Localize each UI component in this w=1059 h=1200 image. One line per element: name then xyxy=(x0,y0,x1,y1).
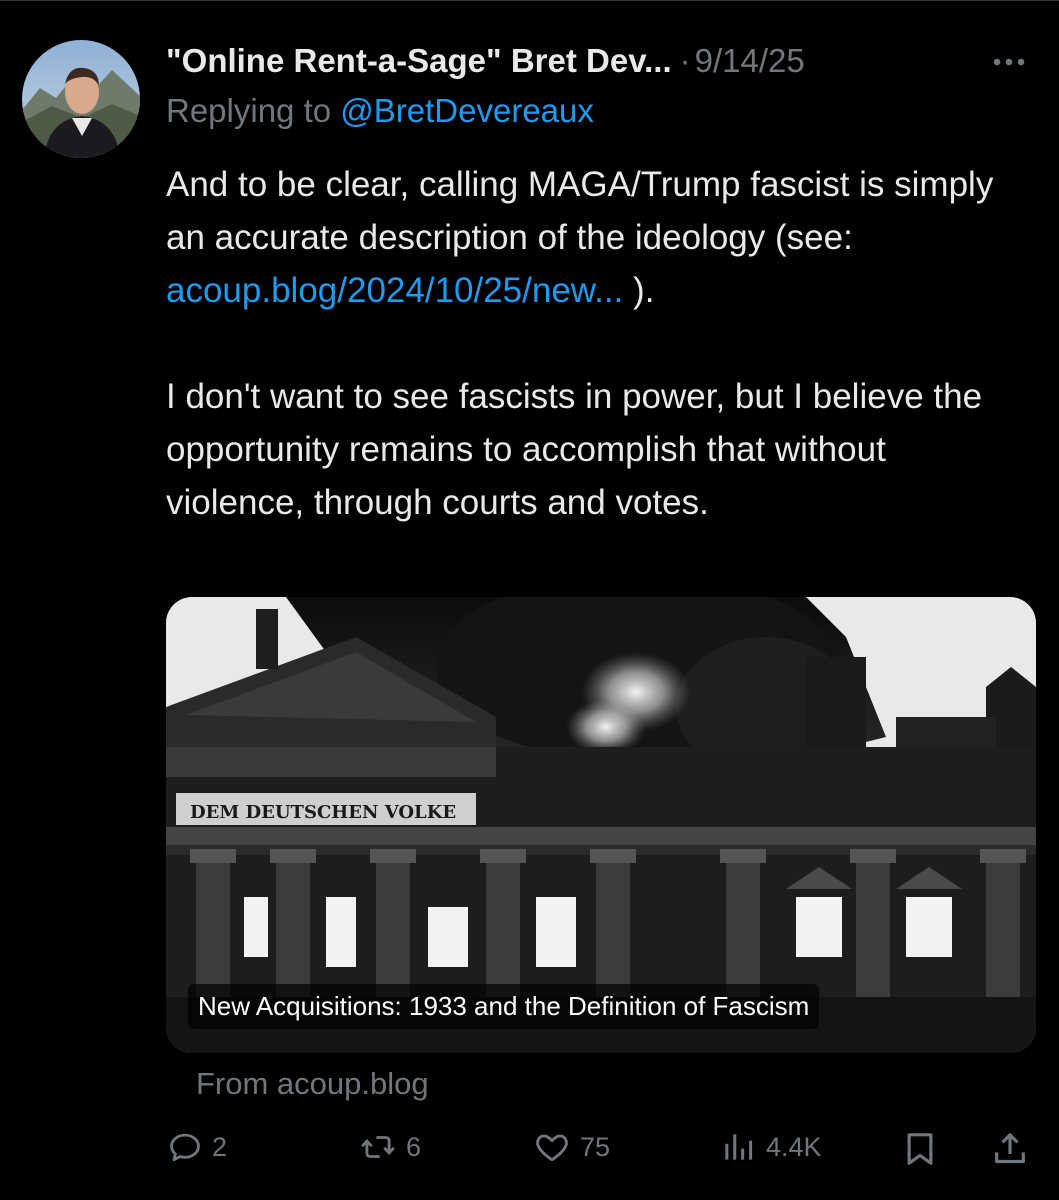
tweet-paragraph-1: And to be clear, calling MAGA/Trump fasc… xyxy=(166,158,1031,317)
share-button[interactable] xyxy=(990,1128,1030,1170)
top-divider xyxy=(0,0,1059,1)
replying-handle[interactable]: @BretDevereaux xyxy=(340,92,594,129)
like-count: 75 xyxy=(580,1131,611,1162)
avatar[interactable] xyxy=(22,40,140,158)
views-count: 4.4K xyxy=(766,1131,822,1162)
avatar-photo xyxy=(22,40,140,158)
bookmark-button[interactable] xyxy=(900,1128,940,1170)
inscription-text: DEM DEUTSCHEN VOLKE xyxy=(190,802,456,823)
views-button[interactable]: 4.4K xyxy=(718,1128,822,1166)
like-icon xyxy=(536,1134,568,1162)
tweet-text: And to be clear, calling MAGA/Trump fasc… xyxy=(166,158,1031,529)
repost-button[interactable]: 6 xyxy=(358,1128,421,1166)
replying-to: Replying to @BretDevereaux xyxy=(166,92,594,130)
reply-count: 2 xyxy=(212,1131,228,1162)
repost-count: 6 xyxy=(406,1131,422,1162)
tweet-paragraph-2: I don't want to see fascists in power, b… xyxy=(166,377,983,522)
reply-icon xyxy=(170,1133,200,1162)
bookmark-icon xyxy=(907,1133,933,1165)
tweet-link[interactable]: acoup.blog/2024/10/25/new... xyxy=(166,271,623,310)
repost-icon xyxy=(361,1136,395,1158)
separator-dot: · xyxy=(679,42,691,79)
action-bar: 2 6 75 4.4K xyxy=(166,1128,1029,1178)
like-button[interactable]: 75 xyxy=(532,1128,610,1166)
replying-prefix: Replying to xyxy=(166,92,341,129)
timestamp[interactable]: 9/14/25 xyxy=(695,42,805,80)
reply-button[interactable]: 2 xyxy=(166,1128,227,1166)
text-p1-after: ). xyxy=(623,271,655,310)
more-icon[interactable] xyxy=(989,42,1029,82)
card-title: New Acquisitions: 1933 and the Definitio… xyxy=(188,984,820,1029)
link-card[interactable]: DEM DEUTSCHEN VOLKE New Acquisitions: 19… xyxy=(166,597,1036,1053)
share-icon xyxy=(995,1133,1025,1164)
tweet-header: "Online Rent-a-Sage" Bret Dev... · 9/14/… xyxy=(166,36,1029,86)
text-p1-before: And to be clear, calling MAGA/Trump fasc… xyxy=(166,165,994,257)
display-name[interactable]: "Online Rent-a-Sage" Bret Dev... xyxy=(166,42,672,80)
views-icon xyxy=(725,1134,753,1160)
card-source[interactable]: From acoup.blog xyxy=(196,1066,429,1102)
